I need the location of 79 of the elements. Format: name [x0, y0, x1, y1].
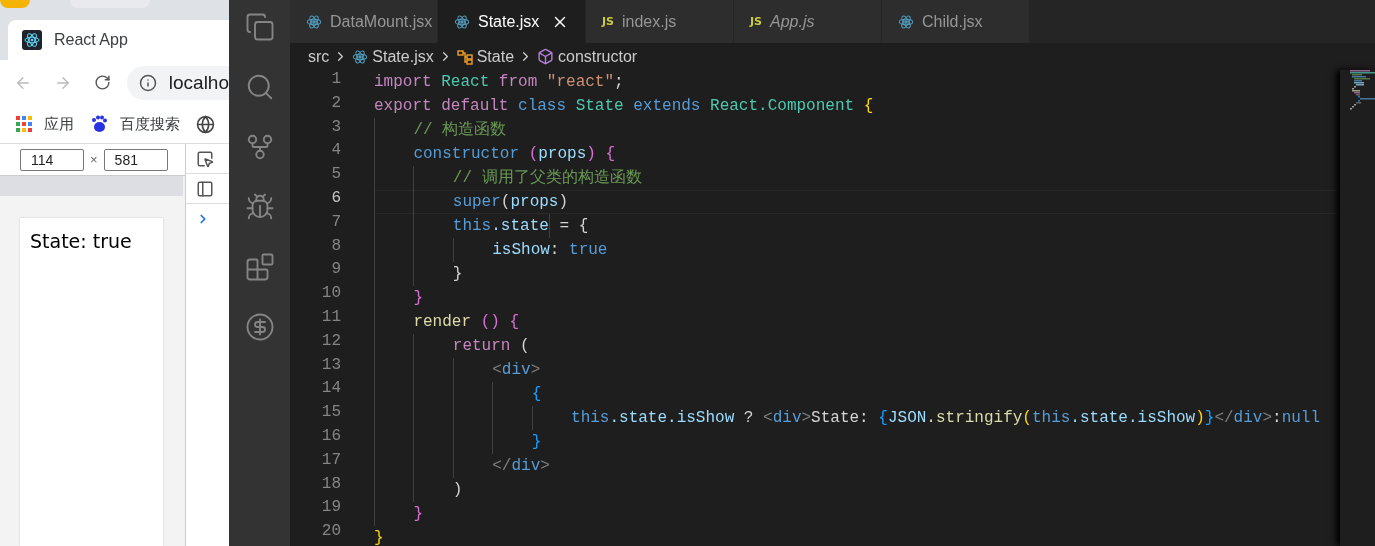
line-number: 11 — [320, 307, 342, 328]
code-line: } — [374, 502, 1340, 526]
globe-icon — [196, 114, 215, 134]
code-line: render () { — [374, 310, 1340, 334]
editor-tab[interactable]: JS index.js — [586, 0, 734, 43]
line-number: 4 — [330, 141, 342, 162]
line-number: 20 — [320, 522, 342, 543]
code-line: ) — [374, 478, 1340, 502]
code-line: // 调用了父类的构造函数 — [374, 166, 1340, 190]
line-number: 19 — [320, 498, 342, 519]
code-line: } — [374, 430, 1340, 454]
cube-icon — [537, 48, 555, 65]
line-number: 2 — [330, 93, 342, 114]
files-icon[interactable] — [244, 12, 275, 42]
apps-grid-icon — [16, 116, 32, 132]
code-line: this.state = { — [374, 214, 1340, 238]
code-line: // 构造函数 — [374, 118, 1340, 142]
width-field[interactable]: 114 — [20, 148, 84, 171]
line-number: 12 — [320, 331, 342, 352]
line-number: 13 — [320, 355, 342, 376]
code-line: export default class State extends React.Component { — [374, 96, 875, 117]
react-icon — [898, 13, 914, 30]
line-number: 15 — [320, 403, 342, 424]
code-line: this.state.isShow ? <div>State: {JSON.stringify(this.state.isShow)}</div>:null — [374, 406, 1340, 430]
line-number: 16 — [320, 426, 342, 447]
line-number: 1 — [330, 70, 342, 90]
code-line: </div> — [374, 454, 1340, 478]
react-icon — [454, 13, 470, 30]
js-label: JS — [602, 15, 614, 28]
react-logo-icon — [22, 30, 42, 50]
line-number: 18 — [320, 474, 342, 495]
react-icon — [352, 48, 369, 65]
minimap-drawing[interactable] — [1350, 70, 1375, 112]
code-line: } — [374, 286, 1340, 310]
code-line: } — [374, 528, 385, 546]
breadcrumb-item[interactable]: State — [476, 47, 515, 66]
code-line: super(props) — [374, 190, 1340, 214]
bookmark-link[interactable]: 应用 — [44, 114, 74, 134]
breadcrumb-item[interactable]: constructor — [558, 47, 638, 66]
height-field[interactable]: 581 — [103, 148, 168, 171]
line-number: 17 — [320, 450, 342, 471]
extensions-icon[interactable] — [244, 252, 275, 282]
line-number: 10 — [320, 284, 342, 305]
breadcrumb-item[interactable]: src — [308, 47, 330, 66]
bookmark-link[interactable]: 百度搜索 — [120, 114, 180, 134]
line-number: 3 — [330, 117, 342, 138]
code-line: <div> — [374, 358, 1340, 382]
line-number: 5 — [330, 165, 342, 186]
editor-tab[interactable]: JS App.js — [734, 0, 882, 43]
paw-icon — [90, 115, 108, 133]
times-sign: × — [90, 152, 98, 167]
browser-tab[interactable]: React App — [8, 20, 229, 60]
line-number: 9 — [330, 260, 342, 281]
code-line: } — [374, 262, 1340, 286]
breadcrumb-item[interactable]: State.jsx — [372, 47, 434, 66]
editor-tab[interactable]: Child.jsx — [882, 0, 1030, 43]
js-label: JS — [750, 15, 762, 28]
line-number: 8 — [330, 236, 342, 257]
line-number: 6 — [330, 189, 342, 209]
info-icon — [138, 73, 157, 92]
class-icon — [456, 48, 473, 65]
sidebar-toggle-icon[interactable] — [196, 179, 214, 198]
run-debug-icon[interactable] — [244, 192, 275, 222]
code-line: return ( — [374, 334, 1340, 358]
code-line: import React from "react"; — [374, 72, 625, 93]
currency-circle-icon[interactable] — [244, 312, 275, 342]
code-line: constructor (props) { — [374, 142, 1340, 166]
line-number: 14 — [320, 379, 342, 400]
url-text: localho — [168, 71, 229, 94]
reload-icon[interactable] — [93, 73, 111, 92]
line-number: 7 — [330, 212, 342, 233]
code-line: { — [374, 382, 1340, 406]
code-line: isShow: true — [374, 238, 1340, 262]
address-field[interactable]: localho — [126, 65, 229, 100]
react-icon — [306, 13, 322, 30]
inspect-icon[interactable] — [196, 149, 214, 168]
page-text: State: true — [30, 230, 133, 252]
editor-tab[interactable]: DataMount.jsx — [290, 0, 438, 43]
editor-tab[interactable]: State.jsx — [438, 0, 586, 43]
